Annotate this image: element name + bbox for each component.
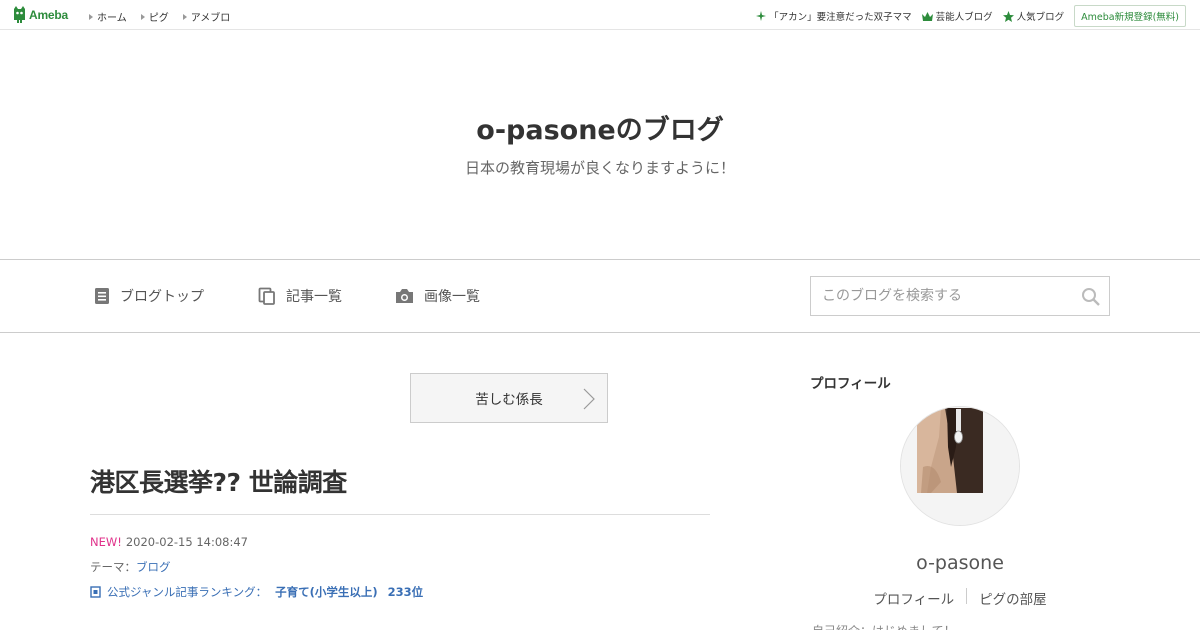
global-nav-home[interactable]: ホーム bbox=[89, 9, 127, 24]
pigg-room-link[interactable]: ピグの部屋 bbox=[979, 588, 1047, 608]
blog-search bbox=[810, 276, 1110, 316]
signup-button[interactable]: Ameba新規登録(無料) bbox=[1074, 5, 1186, 27]
theme-label: テーマ： bbox=[90, 560, 136, 574]
ranking-genre: 子育て(小学生以上) bbox=[275, 585, 378, 599]
triangle-right-icon bbox=[182, 13, 187, 20]
popular-blog-label: 人気ブログ bbox=[1016, 12, 1065, 23]
avatar[interactable] bbox=[900, 406, 1020, 526]
article-theme: テーマ：ブログ bbox=[90, 559, 171, 575]
nav-image-list-label: 画像一覧 bbox=[424, 289, 480, 305]
global-nav-ameblo-label: アメブロ bbox=[190, 13, 231, 24]
featured-article-link[interactable]: 「アカン」要注意だった双子ママ bbox=[756, 9, 912, 23]
profile-links: プロフィール ピグの部屋 bbox=[810, 588, 1110, 608]
header-right-links: 「アカン」要注意だった双子ママ 芸能人ブログ 人気ブログ Ameba新規登録(無… bbox=[756, 5, 1186, 27]
ameba-logo-text: Ameba bbox=[29, 7, 69, 22]
profile-intro-text: 自己紹介：はじめまして！ bbox=[812, 622, 956, 630]
celebrity-blog-link[interactable]: 芸能人ブログ bbox=[921, 9, 993, 23]
prev-article-button[interactable]: 苦しむ係長 bbox=[410, 373, 608, 423]
celebrity-blog-label: 芸能人ブログ bbox=[935, 12, 993, 23]
sparkle-icon bbox=[756, 11, 767, 21]
search-icon[interactable] bbox=[1081, 287, 1101, 307]
ranking-icon bbox=[90, 586, 101, 598]
crown-icon bbox=[921, 11, 933, 21]
nav-blog-top[interactable]: ブログトップ bbox=[94, 286, 204, 306]
triangle-right-icon bbox=[140, 13, 145, 20]
ameba-logo[interactable]: Ameba bbox=[13, 6, 68, 23]
avatar-image bbox=[901, 407, 1019, 525]
theme-link[interactable]: ブログ bbox=[136, 560, 171, 574]
prev-article-label: 苦しむ係長 bbox=[475, 392, 543, 408]
global-nav: ホーム ピグ アメブロ bbox=[89, 9, 244, 24]
article-meta-date: NEW! 2020-02-15 14:08:47 bbox=[90, 535, 248, 549]
global-nav-pigg-label: ピグ bbox=[148, 13, 169, 24]
genre-ranking[interactable]: 公式ジャンル記事ランキング： 子育て(小学生以上) 233位 bbox=[90, 584, 423, 600]
global-nav-home-label: ホーム bbox=[97, 13, 127, 24]
featured-article-label: 「アカン」要注意だった双子ママ bbox=[769, 12, 912, 23]
profile-heading: プロフィール bbox=[810, 376, 891, 392]
nav-image-list[interactable]: 画像一覧 bbox=[395, 286, 480, 306]
copy-pages-icon bbox=[258, 287, 275, 305]
ranking-label: 公式ジャンル記事ランキング： bbox=[107, 585, 268, 599]
popular-blog-link[interactable]: 人気ブログ bbox=[1002, 9, 1065, 23]
document-icon bbox=[95, 288, 109, 304]
blog-description: 日本の教育現場が良くなりますように！ bbox=[464, 159, 735, 177]
triangle-right-icon bbox=[89, 13, 93, 20]
title-divider bbox=[90, 514, 710, 515]
nav-article-list-label: 記事一覧 bbox=[286, 289, 342, 305]
link-divider bbox=[966, 588, 968, 604]
nav-blog-top-label: ブログトップ bbox=[120, 289, 204, 305]
search-input[interactable] bbox=[811, 277, 1071, 315]
nav-article-list[interactable]: 記事一覧 bbox=[258, 286, 342, 306]
blog-nav: ブログトップ 記事一覧 画像一覧 bbox=[0, 259, 1200, 333]
camera-icon bbox=[396, 289, 413, 303]
ranking-position: 233位 bbox=[387, 585, 424, 599]
blog-title[interactable]: o-pasoneのブログ bbox=[0, 108, 1200, 147]
article-datetime: 2020-02-15 14:08:47 bbox=[125, 535, 248, 549]
chevron-right-icon bbox=[583, 388, 595, 410]
profile-name[interactable]: o-pasone bbox=[810, 552, 1110, 574]
article-title[interactable]: 港区長選挙?? 世論調査 bbox=[90, 463, 347, 499]
global-nav-ameblo[interactable]: アメブロ bbox=[182, 9, 231, 24]
star-icon bbox=[1002, 10, 1014, 22]
new-badge: NEW! bbox=[90, 535, 122, 549]
ameba-mascot-icon bbox=[14, 6, 25, 23]
profile-link[interactable]: プロフィール bbox=[873, 588, 954, 608]
global-nav-pigg[interactable]: ピグ bbox=[140, 9, 169, 24]
global-header: Ameba ホーム ピグ アメブロ 「アカン」要注意だった双子ママ 芸能人ブログ… bbox=[0, 0, 1200, 30]
